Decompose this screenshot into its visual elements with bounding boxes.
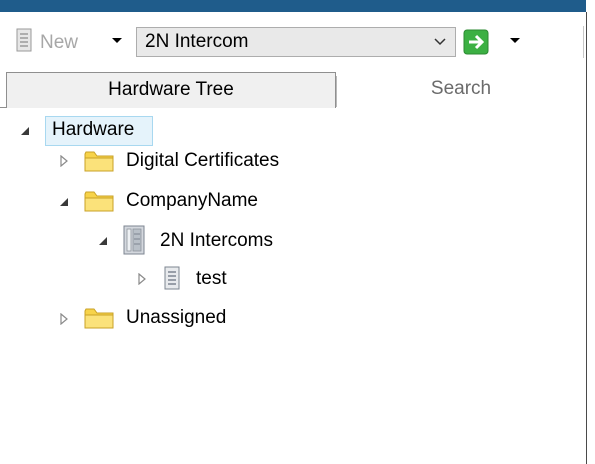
toolbar-separator [583,26,584,58]
chevron-down-icon[interactable] [433,35,447,49]
document-icon [164,266,180,290]
tab-search-label: Search [430,78,492,99]
expanded-arrow-icon[interactable] [19,125,31,137]
tree-node-hardware-label: Hardware [52,119,135,140]
folder-icon [84,191,114,212]
tab-separator [336,76,337,107]
hardware-type-value: 2N Intercom [145,31,249,52]
new-document-icon[interactable] [16,28,32,52]
hardware-type-combobox[interactable]: 2N Intercom [136,27,456,57]
green-arrow-right-icon[interactable] [463,29,489,55]
new-dropdown-arrow-icon[interactable] [112,38,122,43]
tree-node-digital-certificates[interactable]: Digital Certificates [126,150,279,172]
tab-hardware-tree-label: Hardware Tree [108,79,234,100]
new-button-label[interactable]: New [40,32,78,54]
tree-node-test[interactable]: test [196,268,227,290]
go-dropdown-arrow-icon[interactable] [510,38,520,43]
tree-node-2n-intercoms[interactable]: 2N Intercoms [160,230,273,252]
folder-icon [84,151,114,172]
hardware-tree: Hardware Digital Certificates CompanyNam… [0,108,586,464]
expanded-arrow-icon[interactable] [58,196,70,208]
server-icon [123,225,145,255]
tree-node-unassigned[interactable]: Unassigned [126,307,226,329]
folder-icon [84,308,114,329]
collapsed-arrow-icon[interactable] [136,273,148,285]
tree-node-companyname[interactable]: CompanyName [126,190,258,212]
expanded-arrow-icon[interactable] [97,235,109,247]
tab-search[interactable]: Search [336,72,586,108]
panel-right-border [586,12,587,464]
hardware-panel: New 2N Intercom Hardware Tree Search Har… [0,0,595,464]
window-title-strip [0,0,586,12]
tab-hardware-tree[interactable]: Hardware Tree [6,72,336,108]
collapsed-arrow-icon[interactable] [58,155,70,167]
collapsed-arrow-icon[interactable] [58,313,70,325]
